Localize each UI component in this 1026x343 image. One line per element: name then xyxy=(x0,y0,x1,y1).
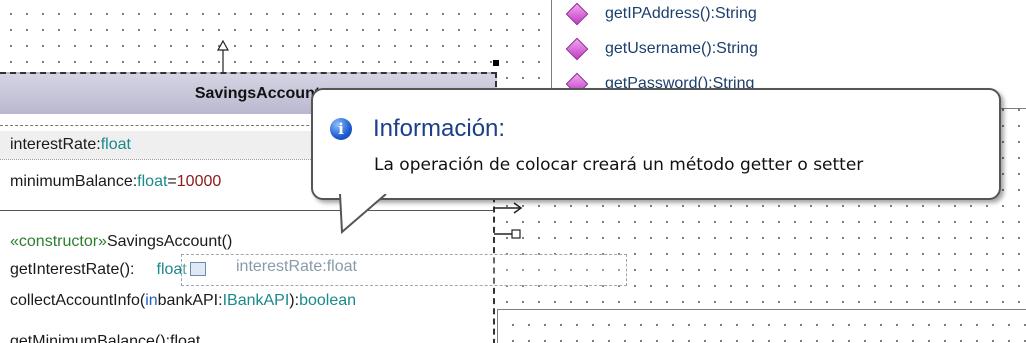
ghost-type: float xyxy=(326,258,357,275)
stereotype: «constructor» xyxy=(10,233,107,250)
operation-name: getMinimumBalance():float xyxy=(10,333,201,343)
attribute-name: interestRate xyxy=(10,136,97,153)
info-tooltip xyxy=(311,88,1001,200)
uml-diagram-canvas[interactable]: getIPAddress():String getUsername():Stri… xyxy=(0,0,1026,343)
selection-handle[interactable] xyxy=(493,60,499,66)
tooltip-message: La operación de colocar creará un método… xyxy=(374,155,864,175)
operation-name: getInterestRate(): xyxy=(10,261,135,278)
return-type: boolean xyxy=(299,292,357,309)
attribute-equals: = xyxy=(167,173,177,190)
param-direction: in xyxy=(145,292,158,309)
tooltip-tail xyxy=(339,194,387,234)
association-arrow-icon xyxy=(494,202,523,214)
param-type: IBankAPI xyxy=(222,292,290,309)
operation-row[interactable]: collectAccountInfo(in bankAPI: IBankAPI):… xyxy=(0,287,356,315)
param-close: ): xyxy=(289,292,300,309)
attribute-type: float xyxy=(100,136,131,153)
param-name: bankAPI: xyxy=(157,292,223,309)
connector-end-icon xyxy=(494,229,521,239)
attribute-drag-icon xyxy=(190,262,206,276)
operation-row[interactable]: getInterestRate(): float xyxy=(0,256,187,284)
operation-row[interactable]: «constructor» SavingsAccount() xyxy=(0,228,232,256)
drag-ghost-label: interestRate:float xyxy=(236,258,357,276)
operation-name: collectAccountInfo( xyxy=(10,292,146,309)
tooltip-title: Información: xyxy=(373,115,506,142)
attribute-name: minimumBalance xyxy=(10,173,133,190)
operation-label: getIPAddress():String xyxy=(605,5,757,22)
operation-row[interactable]: getMinimumBalance():float xyxy=(0,328,200,343)
attribute-default: 10000 xyxy=(176,173,222,190)
lower-right-class-box[interactable] xyxy=(497,309,1026,343)
info-icon: i xyxy=(330,118,352,140)
operation-row[interactable]: getUsername():String xyxy=(565,37,758,61)
attribute-type: float xyxy=(137,173,168,190)
attribute-row[interactable]: minimumBalance: float = 10000 xyxy=(0,168,221,196)
operation-label: getUsername():String xyxy=(605,40,758,57)
ghost-name: interestRate xyxy=(236,258,323,275)
operation-icon xyxy=(565,37,589,61)
generalization-arrow-icon xyxy=(216,40,230,72)
operation-name: SavingsAccount() xyxy=(106,233,233,250)
class-title: SavingsAccount xyxy=(194,85,321,102)
operation-icon xyxy=(565,2,589,26)
operation-row[interactable]: getIPAddress():String xyxy=(565,2,757,26)
divider xyxy=(0,210,495,211)
